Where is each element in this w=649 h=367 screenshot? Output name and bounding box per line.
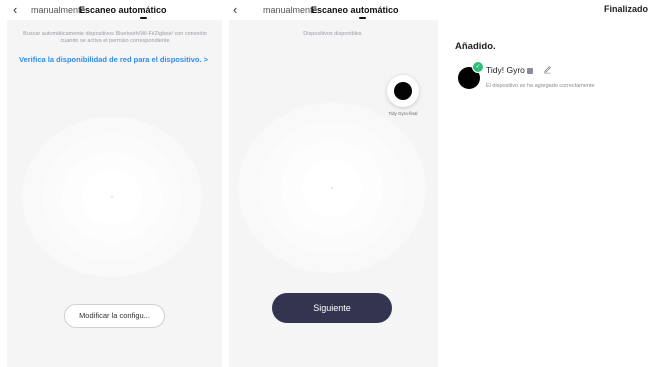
device-status-text: El dispositivo se ha agregado correctame… [486,83,595,89]
network-check-link[interactable]: Verifica la disponibilidad de red para e… [19,55,208,64]
device-name-row: Tidy! Gyro [486,65,533,75]
check-icon: ✓ [472,61,484,73]
room-icon [526,68,533,74]
next-button[interactable]: Siguiente [272,293,392,323]
active-tab-indicator [140,17,147,19]
scan-results-panel: ‹ manualmente Escaneo automático Disposi… [227,0,438,367]
pencil-icon[interactable] [543,65,552,74]
found-device-label: Tidy Gyro-final [388,111,418,116]
scan-header: ‹ manualmente Escaneo automático [0,0,222,20]
added-section-title: Añadido. [455,41,496,52]
back-button[interactable]: ‹ [233,3,237,17]
auto-scan-panel: ‹ manualmente Escaneo automático Buscar … [0,0,222,367]
available-devices-label: Dispositivos disponibles [303,31,362,37]
tab-manual[interactable]: manualmente [31,5,86,16]
back-button[interactable]: ‹ [13,3,17,17]
tab-auto-scan[interactable]: Escaneo automático [311,5,399,16]
device-added-panel: Finalizado Añadido. ✓ Tidy! Gyro El disp… [446,0,649,367]
radar-dot [331,187,333,189]
device-name: Tidy! Gyro [486,65,525,75]
scan-header: ‹ manualmente Escaneo automático [227,0,438,20]
tab-manual[interactable]: manualmente [263,5,318,16]
done-button[interactable]: Finalizado [604,4,648,14]
modify-settings-button[interactable]: Modificar la configu... [64,304,165,328]
found-device-bubble[interactable] [387,75,419,107]
active-tab-indicator [359,17,366,19]
device-image [394,82,412,100]
radar-dot [111,196,113,198]
tab-auto-scan[interactable]: Escaneo automático [79,5,167,16]
scan-permission-note: Buscar automáticamente dispositivos Blue… [23,31,207,44]
